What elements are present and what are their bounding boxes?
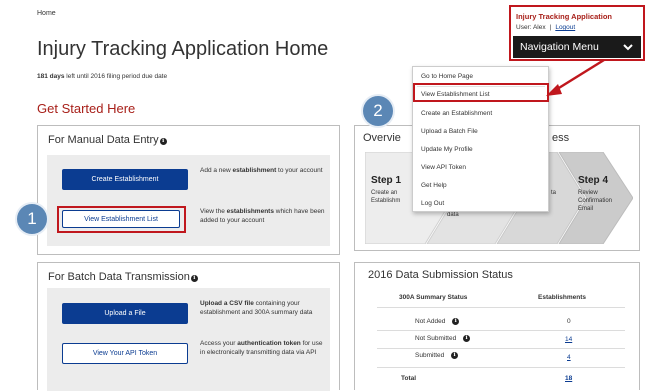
step2-text-partial: data bbox=[447, 212, 459, 218]
step1-text-line1: Create an bbox=[371, 190, 398, 196]
status-row-not-added-label: Not Added i bbox=[415, 318, 460, 325]
status-header-divider bbox=[377, 307, 625, 308]
info-icon[interactable]: i bbox=[451, 352, 459, 359]
step3-text: ta bbox=[551, 190, 557, 196]
chevron-down-icon bbox=[623, 44, 633, 51]
status-row-submitted-label: Submitted i bbox=[415, 352, 459, 359]
days-remaining-note: 181 days left until 2016 filing period d… bbox=[37, 73, 167, 80]
step4-title: Step 4 bbox=[578, 175, 609, 186]
view-establishment-description: View the establishments which have been … bbox=[200, 208, 325, 224]
days-count: 181 days bbox=[37, 73, 65, 80]
info-icon[interactable]: i bbox=[159, 138, 167, 145]
step4-text-line3: Email bbox=[578, 206, 594, 212]
step1-title: Step 1 bbox=[371, 175, 402, 186]
navigation-menu-label: Navigation Menu bbox=[520, 41, 599, 53]
app-title: Injury Tracking Application bbox=[516, 12, 612, 21]
days-note-text: left until 2016 filing period due date bbox=[66, 73, 168, 80]
manual-entry-title: For Manual Data Entry i bbox=[48, 134, 167, 146]
status-row-divider bbox=[377, 348, 625, 349]
logout-link[interactable]: Logout bbox=[555, 24, 575, 31]
get-started-heading: Get Started Here bbox=[37, 101, 136, 116]
manual-entry-panel: For Manual Data Entry i Create Establishm… bbox=[37, 125, 340, 255]
overview-title-left: Overvie bbox=[363, 132, 401, 144]
status-col-establishments: Establishments bbox=[538, 294, 587, 301]
info-icon[interactable]: i bbox=[452, 318, 460, 325]
navigation-header: Injury Tracking Application User: Alex | L… bbox=[509, 5, 645, 61]
status-title: 2016 Data Submission Status bbox=[368, 269, 513, 281]
status-col-summary: 300A Summary Status bbox=[399, 294, 468, 301]
step-badge-1: 1 bbox=[17, 204, 47, 234]
step1-text-line2: Establishm bbox=[371, 198, 401, 204]
upload-file-description: Upload a CSV file containing your establ… bbox=[200, 300, 313, 316]
status-row-not-added-value: 0 bbox=[567, 318, 571, 325]
menu-item-home[interactable]: Go to Home Page bbox=[421, 73, 473, 80]
view-api-token-button[interactable]: View Your API Token bbox=[62, 343, 188, 364]
status-row-submitted-value[interactable]: 4 bbox=[567, 354, 571, 361]
status-total-value[interactable]: 18 bbox=[565, 375, 572, 382]
menu-item-upload-batch-file[interactable]: Upload a Batch File bbox=[421, 128, 478, 135]
overview-title-right: ess bbox=[552, 132, 570, 144]
menu-item-log-out[interactable]: Log Out bbox=[421, 200, 444, 207]
status-row-divider bbox=[377, 367, 625, 368]
status-row-not-submitted-label: Not Submitted i bbox=[415, 335, 470, 342]
create-establishment-button[interactable]: Create Establishment bbox=[62, 169, 188, 190]
step4-text-line1: Review bbox=[578, 190, 598, 196]
menu-item-callout bbox=[413, 83, 549, 102]
menu-item-view-api-token[interactable]: View API Token bbox=[421, 164, 466, 171]
menu-item-get-help[interactable]: Get Help bbox=[421, 182, 447, 189]
status-row-not-submitted-value[interactable]: 14 bbox=[565, 336, 572, 343]
submission-status-panel: 2016 Data Submission Status 300A Summary… bbox=[354, 262, 640, 390]
user-info: User: Alex | Logout bbox=[516, 24, 576, 31]
batch-transmission-title: For Batch Data Transmission i bbox=[48, 271, 198, 283]
info-icon[interactable]: i bbox=[463, 335, 470, 342]
view-establishment-list-button[interactable]: View Establishment List bbox=[62, 210, 180, 228]
navigation-menu-button[interactable]: Navigation Menu bbox=[513, 36, 641, 58]
menu-item-update-profile[interactable]: Update My Profile bbox=[421, 146, 473, 153]
breadcrumb[interactable]: Home bbox=[37, 10, 56, 17]
status-total-label: Total bbox=[401, 375, 417, 382]
callout-arrow bbox=[546, 58, 605, 96]
batch-transmission-panel: For Batch Data Transmission i Upload a Fi… bbox=[37, 262, 340, 391]
menu-item-create-establishment[interactable]: Create an Establishment bbox=[421, 110, 492, 117]
step-badge-2: 2 bbox=[363, 96, 393, 126]
status-row-divider bbox=[377, 330, 625, 331]
api-token-description: Access your authentication token for use… bbox=[200, 340, 323, 356]
upload-file-button[interactable]: Upload a File bbox=[62, 303, 188, 324]
page-title: Injury Tracking Application Home bbox=[37, 38, 329, 60]
create-establishment-description: Add a new establishment to your account bbox=[200, 167, 323, 174]
user-label: User: Alex bbox=[516, 24, 546, 31]
info-icon[interactable]: i bbox=[190, 275, 198, 282]
step4-text-line2: Confirmation bbox=[578, 198, 613, 204]
